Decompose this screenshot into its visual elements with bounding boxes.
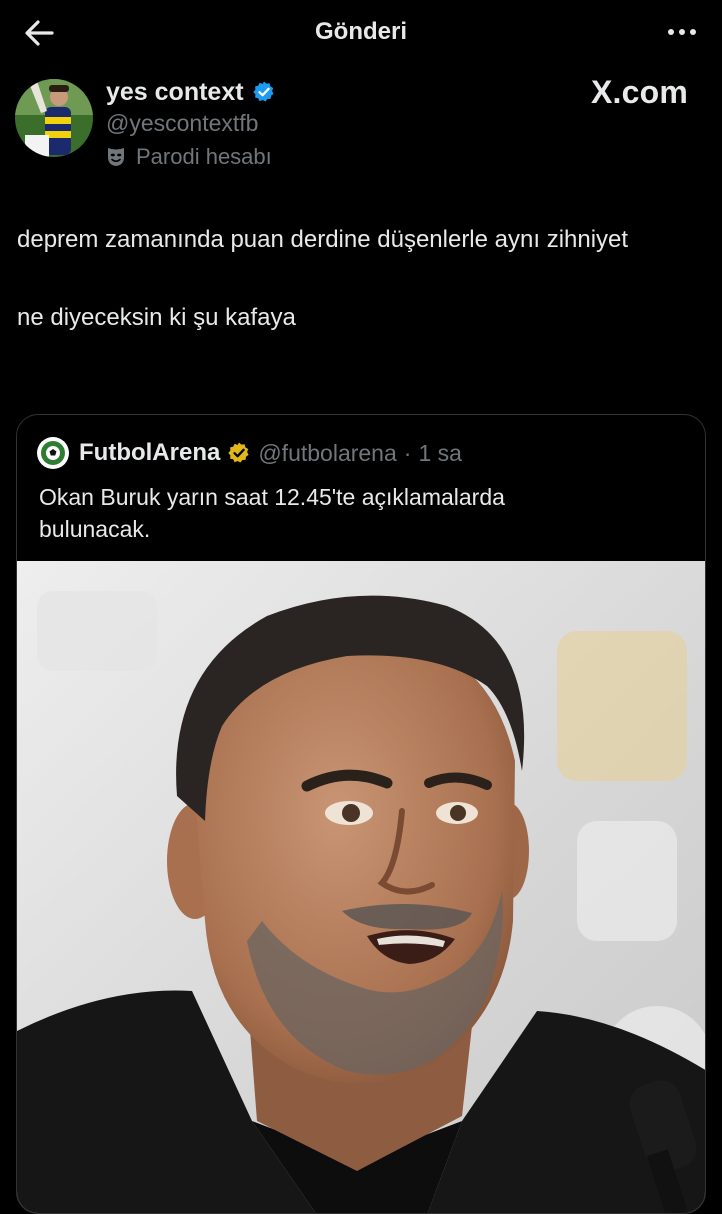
quoted-author-name[interactable]: FutbolArena — [79, 439, 220, 467]
quoted-author-avatar[interactable] — [37, 437, 69, 469]
quoted-author-handle[interactable]: @futbolarena — [258, 440, 396, 467]
author-avatar[interactable] — [15, 79, 93, 157]
post-paragraph: ne diyeceksin ki şu kafaya — [17, 304, 296, 331]
parody-label-text: Parodi hesabı — [136, 144, 272, 169]
soccer-ball-icon — [38, 438, 68, 468]
avatar-image — [15, 79, 93, 157]
author-handle[interactable]: @yescontextfb — [106, 110, 258, 137]
post-paragraph: deprem zamanında puan derdine düşenlerle… — [17, 226, 629, 253]
more-horizontal-icon — [668, 29, 696, 35]
author-name-row: yes context — [106, 76, 276, 108]
verified-badge-icon — [252, 81, 274, 102]
verified-badge-icon — [228, 442, 249, 463]
author-name[interactable]: yes context — [106, 78, 244, 107]
parody-label: Parodi hesabı — [106, 144, 272, 170]
quoted-post-header: FutbolArena @futbolarena · 1 sa — [37, 437, 462, 469]
page-title: Gönderi — [314, 18, 407, 45]
separator-dot: · — [403, 439, 412, 466]
press-conference-photo — [17, 561, 705, 1213]
quoted-post-time[interactable]: 1 sa — [418, 440, 461, 467]
post-text: deprem zamanında puan derdine düşenlerle… — [17, 220, 697, 338]
quoted-post-image[interactable] — [17, 561, 705, 1213]
quoted-post-card[interactable]: FutbolArena @futbolarena · 1 sa Okan Bur… — [16, 414, 706, 1214]
parody-mask-icon — [108, 148, 124, 166]
more-options-button[interactable] — [662, 14, 702, 50]
paragraph-spacer — [17, 260, 697, 298]
watermark: X.com — [590, 74, 688, 110]
top-bar: Gönderi — [0, 0, 722, 64]
quoted-post-text: Okan Buruk yarın saat 12.45'te açıklamal… — [39, 484, 505, 542]
